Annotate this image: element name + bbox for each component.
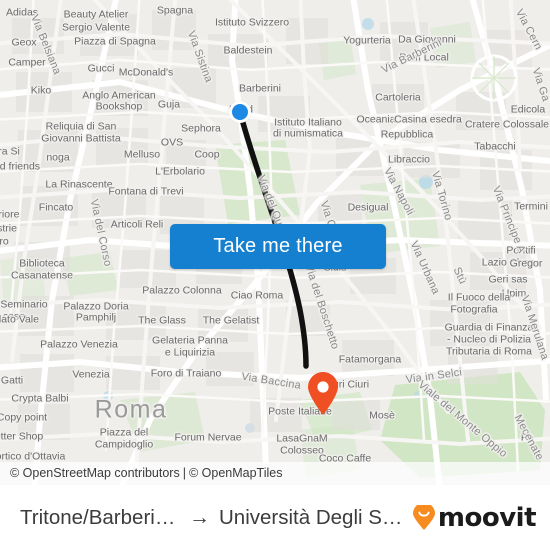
attribution-osm[interactable]: © OpenStreetMap contributors [10, 466, 180, 480]
moovit-pin-icon [412, 504, 435, 530]
moovit-wordmark: moovit [437, 502, 537, 533]
map-canvas[interactable]: .blk{fill:#e9e7e4;} .grn{fill:#cfe5c2;} … [0, 0, 550, 485]
origin-marker[interactable] [229, 101, 251, 123]
route-summary: Tritone/Barberini (... → Università Degl… [20, 506, 404, 530]
moovit-trip-screen: .blk{fill:#e9e7e4;} .grn{fill:#cfe5c2;} … [0, 0, 550, 550]
arrow-right-icon: → [189, 506, 210, 529]
map-attribution: © OpenStreetMap contributors | © OpenMapTi… [0, 462, 550, 485]
trip-footer-bar: Tritone/Barberini (... → Università Degl… [0, 485, 550, 550]
origin-label: Tritone/Barberini (... [20, 505, 180, 529]
destination-label: Università Degli Studi Di Rom... [219, 505, 404, 529]
attribution-separator: | [182, 466, 186, 480]
moovit-logo[interactable]: moovit [404, 502, 537, 533]
take-me-there-button[interactable]: Take me there [170, 224, 386, 269]
take-me-there-label: Take me there [213, 235, 343, 257]
attribution-openmaptiles[interactable]: © OpenMapTiles [189, 466, 283, 480]
map-pin-icon [308, 372, 338, 415]
